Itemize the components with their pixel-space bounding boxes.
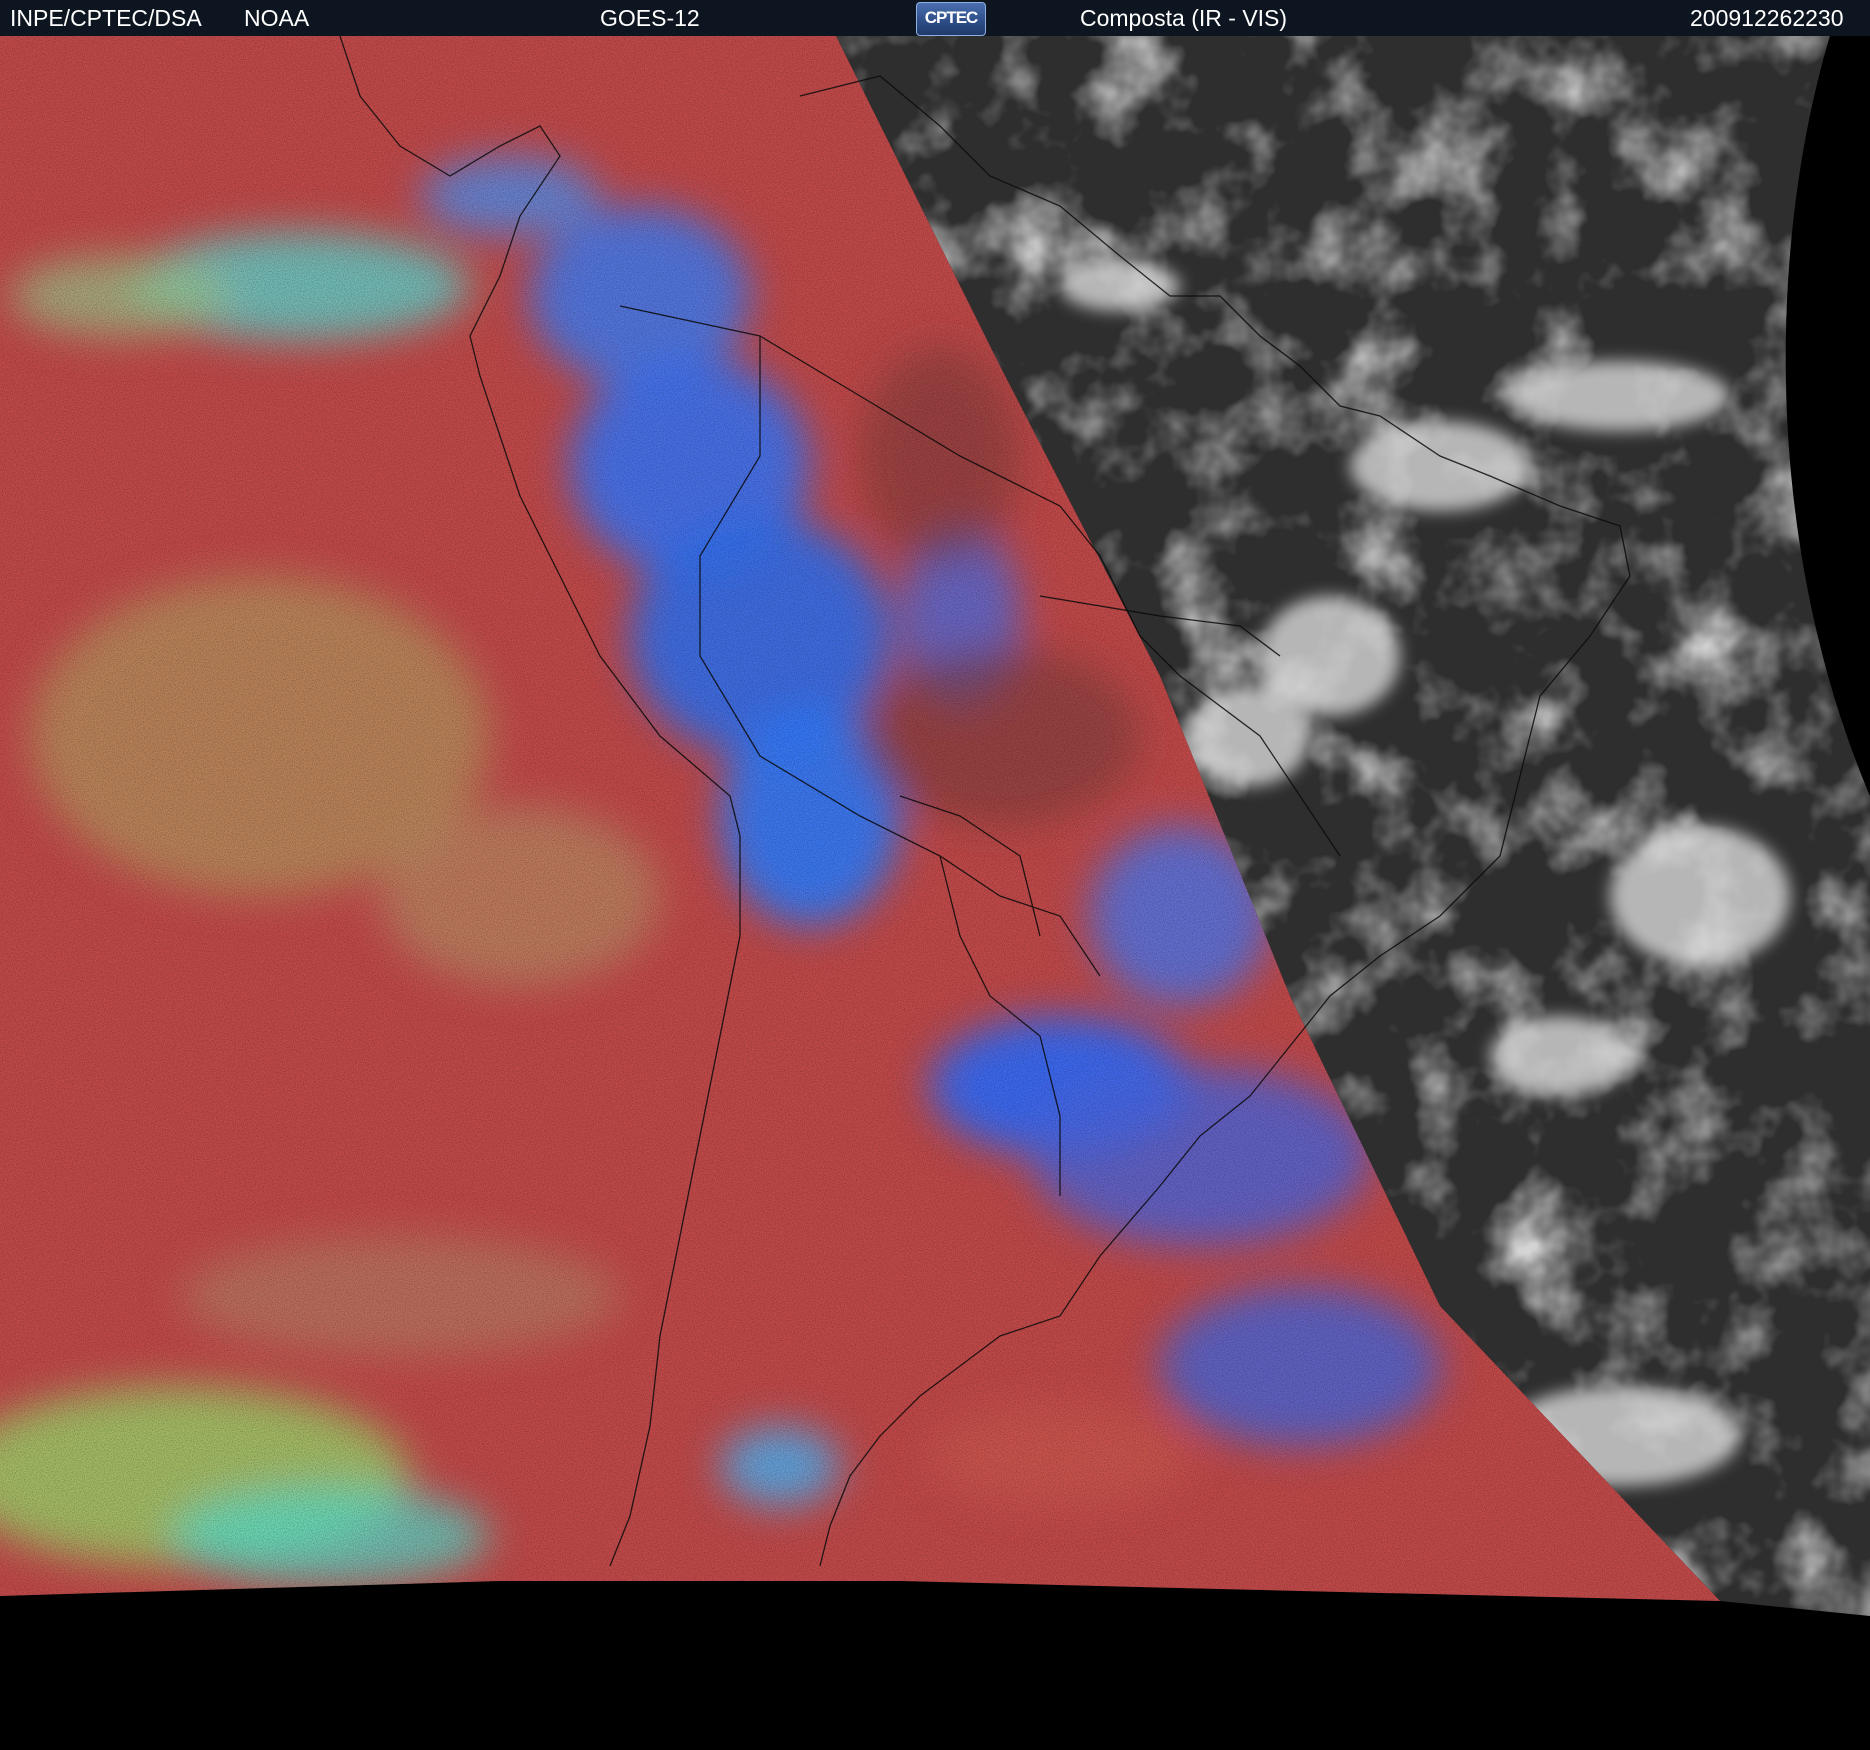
- header-bar: INPE/CPTEC/DSA NOAA GOES-12 CPTEC Compos…: [0, 0, 1870, 36]
- cptec-logo: CPTEC: [916, 2, 986, 36]
- agency-label: NOAA: [244, 5, 310, 31]
- product-label: Composta (IR - VIS): [1080, 5, 1288, 31]
- source-label: INPE/CPTEC/DSA: [10, 5, 202, 31]
- satellite-label: GOES-12: [600, 5, 700, 31]
- satellite-composite-image: [0, 36, 1870, 1750]
- timestamp-label: 200912262230: [1690, 5, 1844, 31]
- composite-map: [0, 36, 1870, 1750]
